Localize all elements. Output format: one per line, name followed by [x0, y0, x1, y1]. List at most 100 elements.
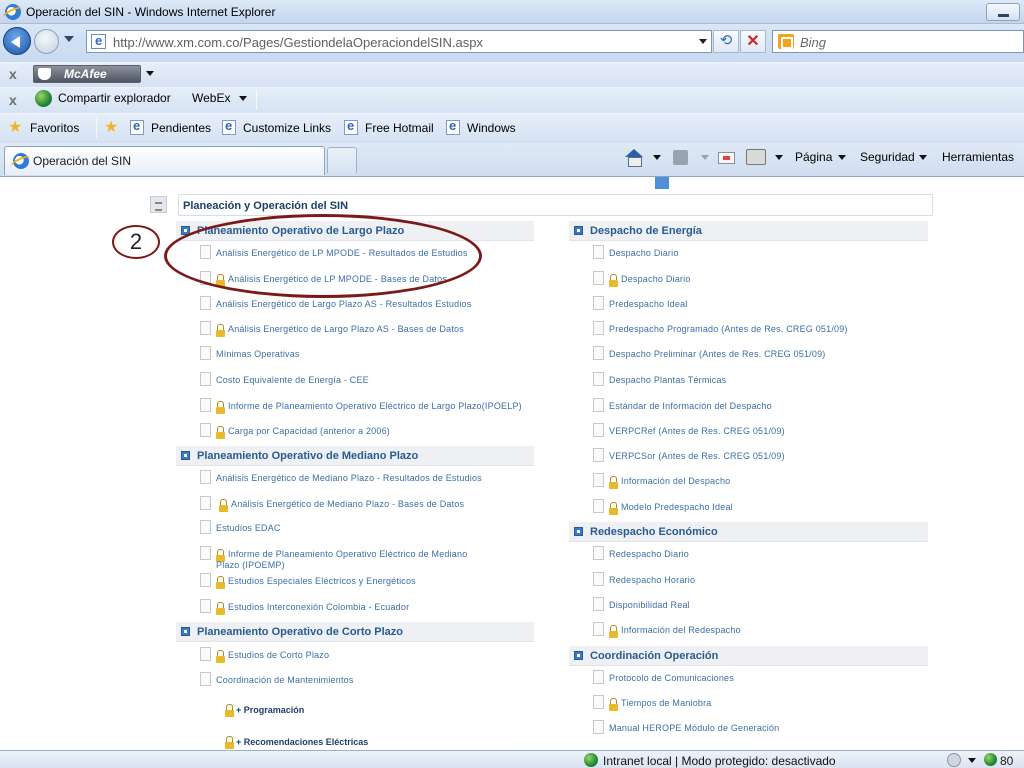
- protected-mode-dropdown-icon[interactable]: [968, 758, 976, 763]
- link-text[interactable]: Análisis Energético de Mediano Plazo - R…: [216, 473, 482, 483]
- security-zone-text: Intranet local | Modo protegido: desacti…: [603, 754, 836, 768]
- link-text[interactable]: Estándar de Información del Despacho: [609, 401, 772, 411]
- section-expand-icon[interactable]: [574, 651, 583, 660]
- link-text[interactable]: Estudios EDAC: [216, 523, 281, 533]
- webex-button[interactable]: WebEx: [192, 91, 230, 105]
- section-corto-plazo[interactable]: Planeamiento Operativo de Corto Plazo: [176, 622, 534, 642]
- link-text[interactable]: Mínimas Operativas: [216, 349, 300, 359]
- favorite-link-windows[interactable]: Windows: [467, 121, 516, 135]
- link-text[interactable]: Información del Despacho: [621, 476, 730, 486]
- share-browser-button[interactable]: Compartir explorador: [58, 91, 171, 105]
- section-expand-icon[interactable]: [181, 627, 190, 636]
- search-placeholder[interactable]: Bing: [800, 35, 826, 50]
- link-text[interactable]: Análisis Energético de Mediano Plazo - B…: [231, 499, 464, 509]
- page-menu[interactable]: Página: [795, 150, 832, 164]
- tab-active[interactable]: Operación del SIN: [4, 146, 325, 175]
- safety-menu-dropdown-icon[interactable]: [919, 155, 927, 160]
- home-icon[interactable]: [625, 149, 643, 167]
- link-text[interactable]: Informe de Planeamiento Operativo Eléctr…: [228, 401, 522, 411]
- page-menu-dropdown-icon[interactable]: [838, 155, 846, 160]
- document-icon: [200, 423, 211, 437]
- link-text[interactable]: + Recomendaciones Eléctricas: [236, 737, 368, 747]
- link-text[interactable]: Estudios Especiales Eléctricos y Energét…: [228, 576, 416, 586]
- print-icon[interactable]: [746, 149, 766, 165]
- protected-mode-icon[interactable]: [947, 753, 961, 767]
- link-text[interactable]: Tiempos de Maniobra: [621, 698, 712, 708]
- section-title[interactable]: Planeamiento Operativo de Corto Plazo: [197, 626, 403, 638]
- mcafee-dropdown-icon[interactable]: [146, 71, 154, 76]
- feeds-icon[interactable]: [673, 150, 688, 165]
- favorite-link-hotmail[interactable]: Free Hotmail: [365, 121, 434, 135]
- safety-menu[interactable]: Seguridad: [860, 150, 915, 164]
- close-toolbar-icon[interactable]: x: [9, 92, 17, 108]
- section-title[interactable]: Planeamiento Operativo de Mediano Plazo: [197, 450, 418, 462]
- feeds-dropdown-icon[interactable]: [701, 155, 709, 160]
- menu-icon[interactable]: [150, 196, 167, 213]
- link-text[interactable]: Despacho Diario: [621, 274, 691, 284]
- page-icon: [91, 33, 106, 49]
- link-text[interactable]: VERPCRef (Antes de Res. CREG 051/09): [609, 426, 785, 436]
- section-title[interactable]: Redespacho Económico: [590, 526, 718, 538]
- link-text[interactable]: VERPCSor (Antes de Res. CREG 051/09): [609, 451, 785, 461]
- link-text[interactable]: Protocolo de Comunicaciones: [609, 673, 734, 683]
- favorite-link-pendientes[interactable]: Pendientes: [151, 121, 211, 135]
- link-text[interactable]: Información del Redespacho: [621, 625, 741, 635]
- section-title[interactable]: Coordinación Operación: [590, 650, 718, 662]
- link-text[interactable]: Coordinación de Mantenimientos: [216, 675, 354, 685]
- link-text[interactable]: Despacho Preliminar (Antes de Res. CREG …: [609, 349, 826, 359]
- stop-button[interactable]: ✕: [740, 30, 766, 53]
- section-despacho[interactable]: Despacho de Energía: [569, 221, 928, 241]
- recent-pages-dropdown-icon[interactable]: [64, 36, 74, 42]
- close-toolbar-icon[interactable]: x: [9, 66, 17, 82]
- address-url[interactable]: http://www.xm.com.co/Pages/GestiondelaOp…: [113, 35, 483, 50]
- link-text[interactable]: Disponibilidad Real: [609, 600, 690, 610]
- link-text[interactable]: Modelo Predespacho Ideal: [621, 502, 733, 512]
- link-text[interactable]: Despacho Diario: [609, 248, 679, 258]
- section-title[interactable]: Despacho de Energía: [590, 225, 702, 237]
- section-coordinacion[interactable]: Coordinación Operación: [569, 646, 928, 666]
- home-dropdown-icon[interactable]: [653, 155, 661, 160]
- section-expand-icon[interactable]: [574, 226, 583, 235]
- link-text[interactable]: Informe de Planeamiento Operativo Eléctr…: [228, 549, 467, 559]
- forward-button[interactable]: [34, 29, 59, 54]
- link-text[interactable]: Redespacho Horario: [609, 575, 695, 585]
- search-box[interactable]: Bing: [772, 30, 1024, 53]
- favorite-link-customize[interactable]: Customize Links: [243, 121, 331, 135]
- refresh-button[interactable]: ⟲: [713, 30, 739, 53]
- minimize-button[interactable]: [986, 3, 1020, 21]
- lock-icon: [225, 736, 234, 749]
- print-dropdown-icon[interactable]: [775, 155, 783, 160]
- link-text[interactable]: Costo Equivalente de Energía - CEE: [216, 375, 369, 385]
- link-text[interactable]: Redespacho Diario: [609, 549, 689, 559]
- section-redespacho[interactable]: Redespacho Económico: [569, 522, 928, 542]
- new-tab-button[interactable]: [327, 147, 357, 173]
- link-text[interactable]: Estudios de Corto Plazo: [228, 650, 329, 660]
- address-bar[interactable]: http://www.xm.com.co/Pages/GestiondelaOp…: [86, 30, 712, 53]
- link-text[interactable]: Predespacho Ideal: [609, 299, 687, 309]
- link-text[interactable]: Análisis Energético de Largo Plazo AS - …: [216, 299, 471, 309]
- ie-logo-icon: [5, 4, 21, 20]
- address-dropdown-icon[interactable]: [699, 39, 707, 44]
- link-text[interactable]: Análisis Energético de Largo Plazo AS - …: [228, 324, 464, 334]
- tools-menu[interactable]: Herramientas: [942, 150, 1014, 164]
- favorites-button[interactable]: Favoritos: [30, 121, 79, 135]
- section-mediano-plazo[interactable]: Planeamiento Operativo de Mediano Plazo: [176, 446, 534, 466]
- back-button[interactable]: [3, 27, 31, 55]
- zoom-level[interactable]: 80: [1000, 754, 1013, 768]
- link-text[interactable]: Manual HEROPE Módulo de Generación: [609, 723, 779, 733]
- webex-dropdown-icon[interactable]: [239, 96, 247, 101]
- link-text[interactable]: Plazo (IPOEMP): [216, 560, 285, 570]
- mcafee-button[interactable]: McAfee: [33, 65, 141, 83]
- link-text[interactable]: Despacho Plantas Térmicas: [609, 375, 726, 385]
- section-expand-icon[interactable]: [574, 527, 583, 536]
- link-text[interactable]: Carga por Capacidad (anterior a 2006): [228, 426, 390, 436]
- link-text[interactable]: Predespacho Programado (Antes de Res. CR…: [609, 324, 848, 334]
- section-expand-icon[interactable]: [181, 451, 190, 460]
- document-icon: [593, 572, 604, 586]
- add-favorites-icon[interactable]: ★: [104, 120, 118, 136]
- link-text[interactable]: Estudios Interconexión Colombia - Ecuado…: [228, 602, 409, 612]
- favorites-star-icon: ★: [8, 119, 23, 136]
- link-text[interactable]: + Programación: [236, 705, 304, 715]
- zoom-icon[interactable]: [984, 753, 997, 766]
- mail-icon[interactable]: [718, 152, 735, 164]
